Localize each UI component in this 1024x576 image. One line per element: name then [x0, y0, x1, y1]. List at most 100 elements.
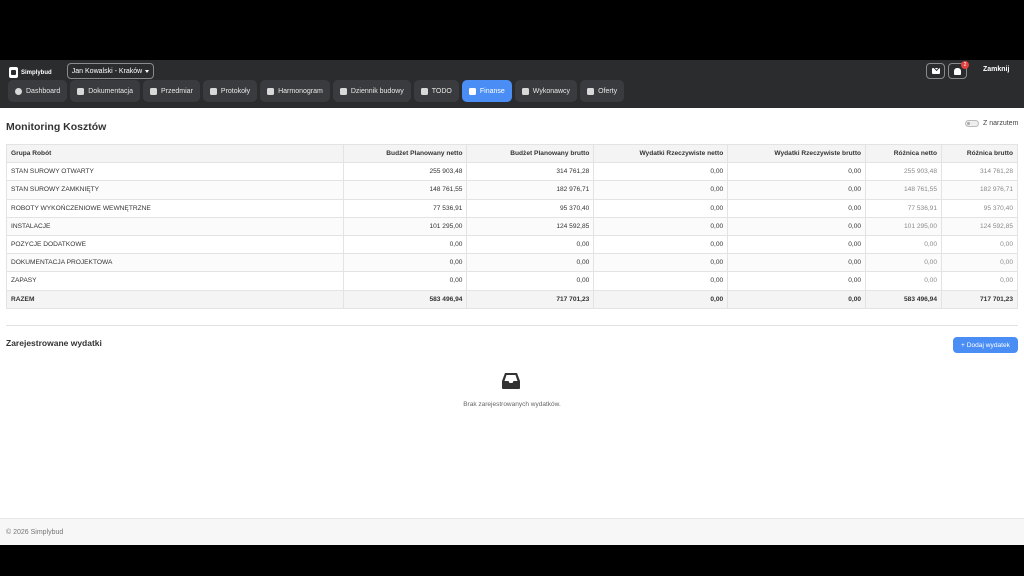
- main-nav: Dashboard Dokumentacja Przedmiar Protokoły H…: [8, 80, 625, 102]
- table-cell: POZYCJE DODATKOWE: [6, 234, 344, 255]
- nav-item-dashboard[interactable]: Dashboard: [8, 80, 68, 102]
- table-row: ROBOTY WYKOŃCZENIOWE WEWNĘTRZNE 77 536,91…: [6, 198, 1018, 218]
- page-title: Monitoring Kosztów: [6, 121, 107, 133]
- total-cell: 583 496,94: [865, 289, 943, 309]
- table-cell: 0,00: [941, 234, 1018, 255]
- calendar-icon: [267, 87, 275, 95]
- toggle-switch[interactable]: [965, 120, 979, 127]
- table-header-row: Grupa Robót Budżet Planowany netto Budżet …: [6, 143, 1018, 164]
- table-cell: 0,00: [593, 180, 729, 200]
- table-cell: 101 295,00: [342, 216, 468, 236]
- table-cell: 0,00: [593, 234, 729, 255]
- offer-icon: [587, 87, 595, 95]
- nav-item-label: Dokumentacja: [88, 87, 133, 95]
- nav-item-dziennik-budowy[interactable]: Dziennik budowy: [332, 80, 411, 102]
- nav-item-label: Dziennik budowy: [350, 87, 404, 95]
- table-cell: 77 536,91: [865, 198, 943, 218]
- nav-item-label: Oferty: [598, 87, 618, 95]
- table-cell: 0,00: [466, 271, 595, 291]
- total-cell: 717 701,23: [941, 289, 1018, 309]
- table-cell: 124 592,85: [941, 216, 1018, 236]
- table-cell: 148 761,55: [342, 180, 468, 200]
- table-cell: 0,00: [865, 234, 943, 255]
- brand-logo[interactable]: Simplybud project monitoring: [9, 65, 52, 83]
- table-cell: 0,00: [727, 162, 867, 182]
- nav-item-label: Wykonawcy: [532, 87, 571, 95]
- nav-item-label: Dashboard: [26, 87, 61, 95]
- column-header: Grupa Robót: [6, 143, 344, 164]
- nav-item-finanse[interactable]: Finanse: [461, 80, 512, 102]
- logo-icon: [9, 66, 18, 78]
- bell-icon: [954, 67, 961, 75]
- table-cell: 182 976,71: [941, 180, 1018, 200]
- table-cell: 0,00: [941, 271, 1018, 291]
- table-row: STAN SUROWY ZAMKNIĘTY 148 761,55 182 976,7…: [6, 180, 1018, 200]
- nav-item-label: TODO: [431, 87, 452, 95]
- book-icon: [339, 87, 347, 95]
- table-cell: 255 903,48: [865, 162, 943, 182]
- table-cell: 0,00: [342, 253, 468, 273]
- table-cell: 255 903,48: [342, 162, 468, 182]
- total-cell: 0,00: [727, 289, 867, 309]
- users-icon: [521, 87, 529, 95]
- nav-item-label: Harmonogram: [278, 87, 323, 95]
- nav-item-harmonogram[interactable]: Harmonogram: [260, 80, 330, 102]
- column-header: Budżet Planowany netto: [342, 143, 468, 164]
- table-cell: 0,00: [727, 198, 867, 218]
- table-cell: 0,00: [466, 234, 595, 255]
- empty-state-text: Brak zarejestrowanych wydatków.: [463, 401, 561, 408]
- column-header: Wydatki Rzeczywiste brutto: [727, 143, 867, 164]
- table-cell: 0,00: [727, 180, 867, 200]
- empty-inbox-icon: [502, 373, 520, 389]
- markup-toggle[interactable]: Z narzutem: [965, 120, 1018, 127]
- close-button[interactable]: Zamknij: [983, 66, 1009, 73]
- project-user-select[interactable]: Jan Kowalski - Kraków: [67, 63, 154, 79]
- table-cell: 148 761,55: [865, 180, 943, 200]
- checkbox-icon: [420, 87, 428, 95]
- table-total-row: RAZEM 583 496,94 717 701,23 0,00 0,00 583 496…: [6, 289, 1018, 309]
- table-cell: 0,00: [593, 271, 729, 291]
- brand-name: Simplybud: [21, 70, 52, 76]
- table-row: ZAPASY 0,00 0,00 0,00 0,00 0,00 0,00: [6, 271, 1018, 291]
- expenses-title: Zarejestrowane wydatki: [6, 338, 102, 348]
- nav-item-todo[interactable]: TODO: [413, 80, 459, 102]
- table-cell: 0,00: [593, 198, 729, 218]
- copyright-text: © 2026 Simplybud: [6, 529, 64, 536]
- nav-item-przedmiar[interactable]: Przedmiar: [143, 80, 200, 102]
- table-row: INSTALACJE 101 295,00 124 592,85 0,00 0,00 10…: [6, 216, 1018, 236]
- total-cell: 0,00: [593, 289, 729, 309]
- add-expense-button[interactable]: + Dodaj wydatek: [953, 337, 1018, 353]
- table-cell: 0,00: [342, 271, 468, 291]
- markup-toggle-label: Z narzutem: [983, 120, 1019, 127]
- nav-item-protokoły[interactable]: Protokoły: [202, 80, 258, 102]
- building-icon: [209, 87, 217, 95]
- nav-item-label: Protokoły: [220, 87, 251, 95]
- table-cell: ROBOTY WYKOŃCZENIOWE WEWNĘTRZNE: [6, 198, 344, 218]
- table-cell: 0,00: [941, 253, 1018, 273]
- table-cell: INSTALACJE: [6, 216, 344, 236]
- total-cell: 717 701,23: [466, 289, 595, 309]
- screen-frame: Simplybud project monitoring Jan Kowalsk…: [0, 0, 1024, 576]
- column-header: Wydatki Rzeczywiste netto: [593, 143, 729, 164]
- table-row: STAN SUROWY OTWARTY 255 903,48 314 761,28 0…: [6, 162, 1018, 182]
- app-window: Simplybud project monitoring Jan Kowalsk…: [0, 60, 1024, 545]
- project-user-select-label: Jan Kowalski - Kraków: [71, 67, 143, 75]
- nav-item-wykonawcy[interactable]: Wykonawcy: [514, 80, 578, 102]
- table-cell: 0,00: [727, 253, 867, 273]
- notifications-button[interactable]: 2: [948, 61, 969, 79]
- total-cell: 583 496,94: [342, 289, 468, 309]
- table-cell: 124 592,85: [466, 216, 595, 236]
- table-cell: 77 536,91: [342, 198, 468, 218]
- footer: © 2026 Simplybud: [0, 518, 1024, 545]
- table-cell: 314 761,28: [941, 162, 1018, 182]
- table-cell: STAN SUROWY OTWARTY: [6, 162, 344, 182]
- table-cell: 0,00: [593, 253, 729, 273]
- table-cell: STAN SUROWY ZAMKNIĘTY: [6, 180, 344, 200]
- table-row: POZYCJE DODATKOWE 0,00 0,00 0,00 0,00 0,00 0,0…: [6, 234, 1018, 255]
- nav-item-oferty[interactable]: Oferty: [580, 80, 625, 102]
- table-cell: 101 295,00: [865, 216, 943, 236]
- table-cell: 182 976,71: [466, 180, 595, 200]
- table-cell: 0,00: [466, 253, 595, 273]
- messages-button[interactable]: [926, 63, 945, 79]
- nav-item-dokumentacja[interactable]: Dokumentacja: [70, 80, 140, 102]
